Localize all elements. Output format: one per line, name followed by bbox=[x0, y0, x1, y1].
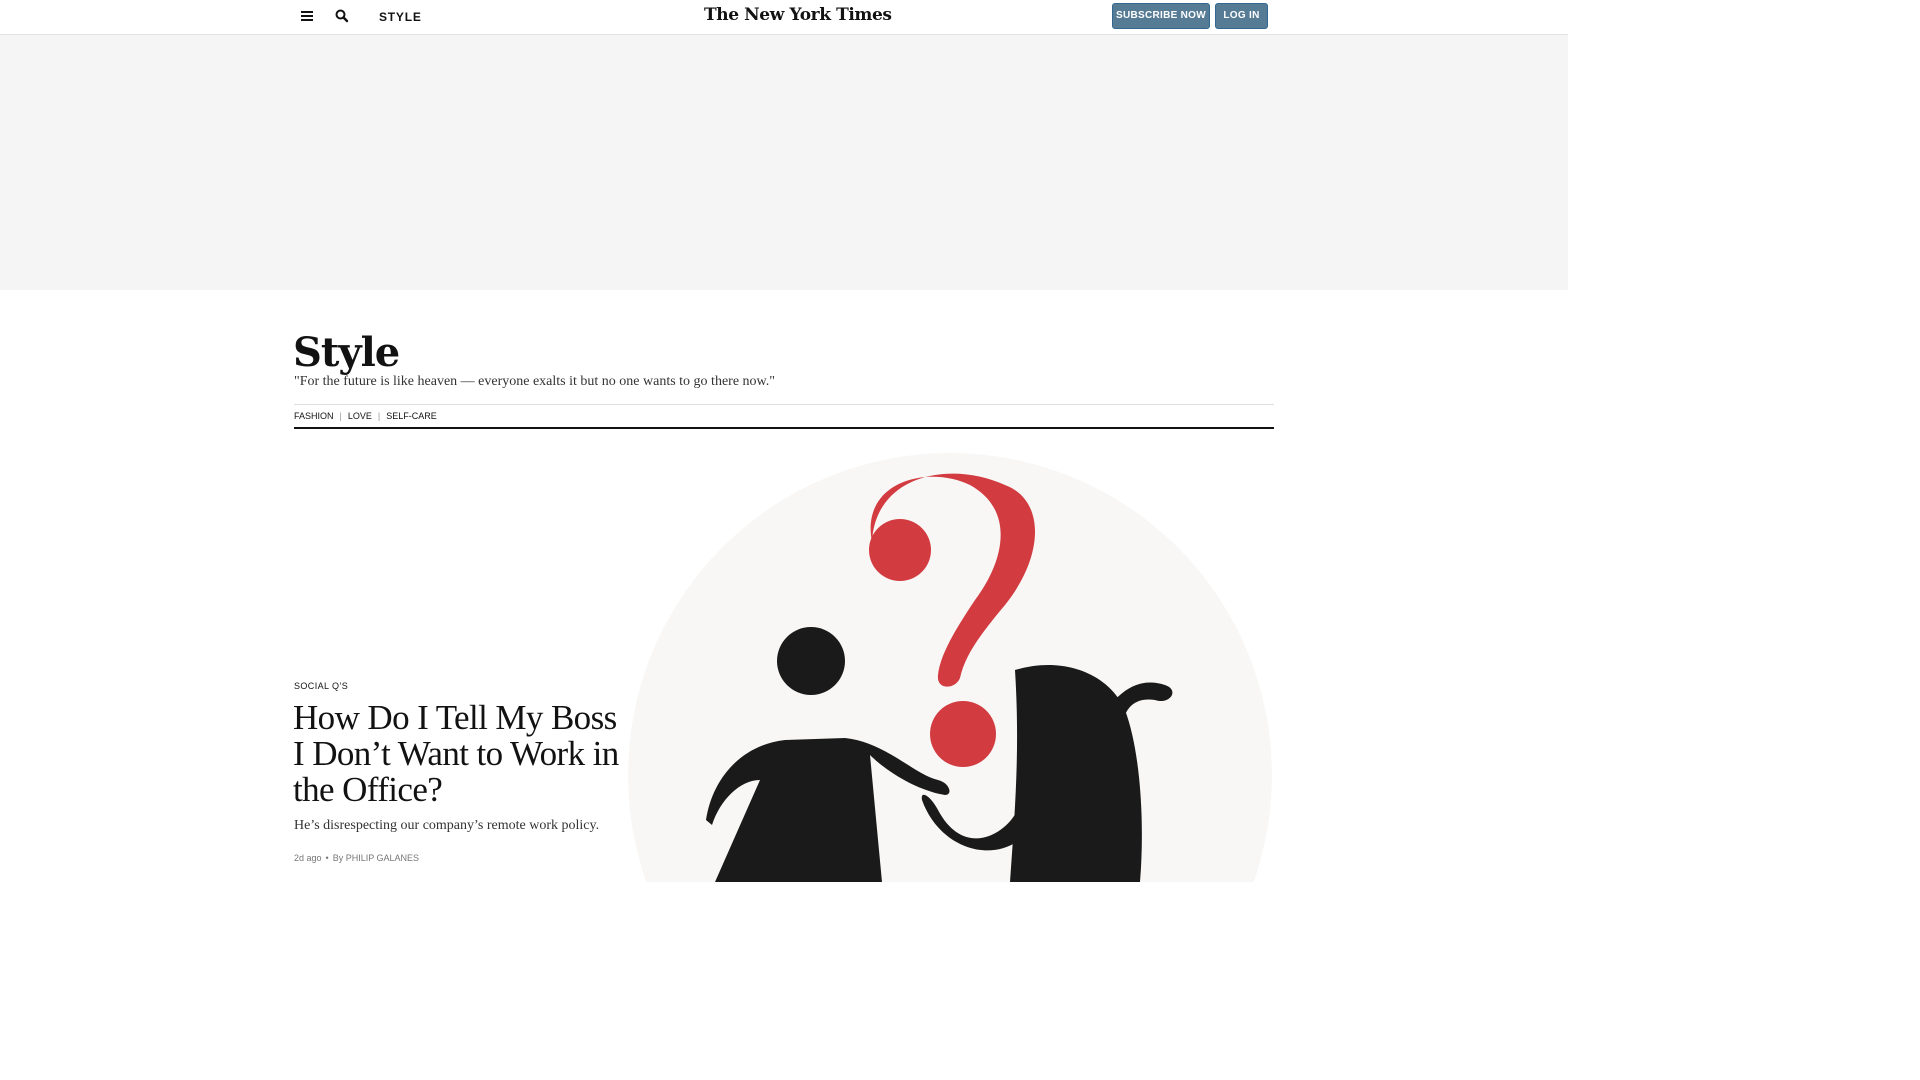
section-tagline: "For the future is like heaven — everyon… bbox=[294, 374, 775, 389]
story-timestamp: 2d ago bbox=[294, 853, 322, 863]
story-meta: 2d ago • By PHILIP GALANES bbox=[294, 853, 419, 863]
story-headline[interactable]: How Do I Tell My Boss I Don’t Want to Wo… bbox=[293, 700, 623, 808]
section-subnav: FASHION | LOVE | SELF-CARE bbox=[294, 404, 1274, 429]
left-figure-head bbox=[777, 627, 845, 695]
story-byline[interactable]: By PHILIP GALANES bbox=[333, 853, 419, 863]
question-mark-dot bbox=[930, 701, 996, 767]
ad-placeholder bbox=[0, 35, 1568, 290]
menu-icon[interactable] bbox=[299, 9, 315, 25]
subnav-divider: | bbox=[377, 411, 381, 421]
login-button[interactable]: LOG IN bbox=[1215, 3, 1268, 29]
story-kicker[interactable]: SOCIAL Q’S bbox=[294, 681, 348, 691]
subnav-item-self-care[interactable]: SELF-CARE bbox=[386, 411, 437, 421]
meta-separator: • bbox=[325, 853, 329, 863]
subnav-item-fashion[interactable]: FASHION bbox=[294, 411, 334, 421]
question-mark-bowl-cap bbox=[869, 519, 931, 581]
subnav-item-love[interactable]: LOVE bbox=[348, 411, 372, 421]
story-summary: He’s disrespecting our company’s remote … bbox=[294, 818, 600, 833]
subnav-divider: | bbox=[339, 411, 342, 421]
subscribe-button[interactable]: SUBSCRIBE NOW bbox=[1112, 3, 1210, 29]
top-bar: STYLE The New York Times SUBSCRIBE NOW L… bbox=[0, 0, 1568, 35]
nyt-logo[interactable]: The New York Times bbox=[704, 5, 892, 25]
search-icon[interactable] bbox=[334, 8, 350, 24]
story-illustration[interactable] bbox=[620, 450, 1280, 1080]
section-title: Style bbox=[293, 329, 400, 376]
section-link-style[interactable]: STYLE bbox=[379, 10, 422, 24]
